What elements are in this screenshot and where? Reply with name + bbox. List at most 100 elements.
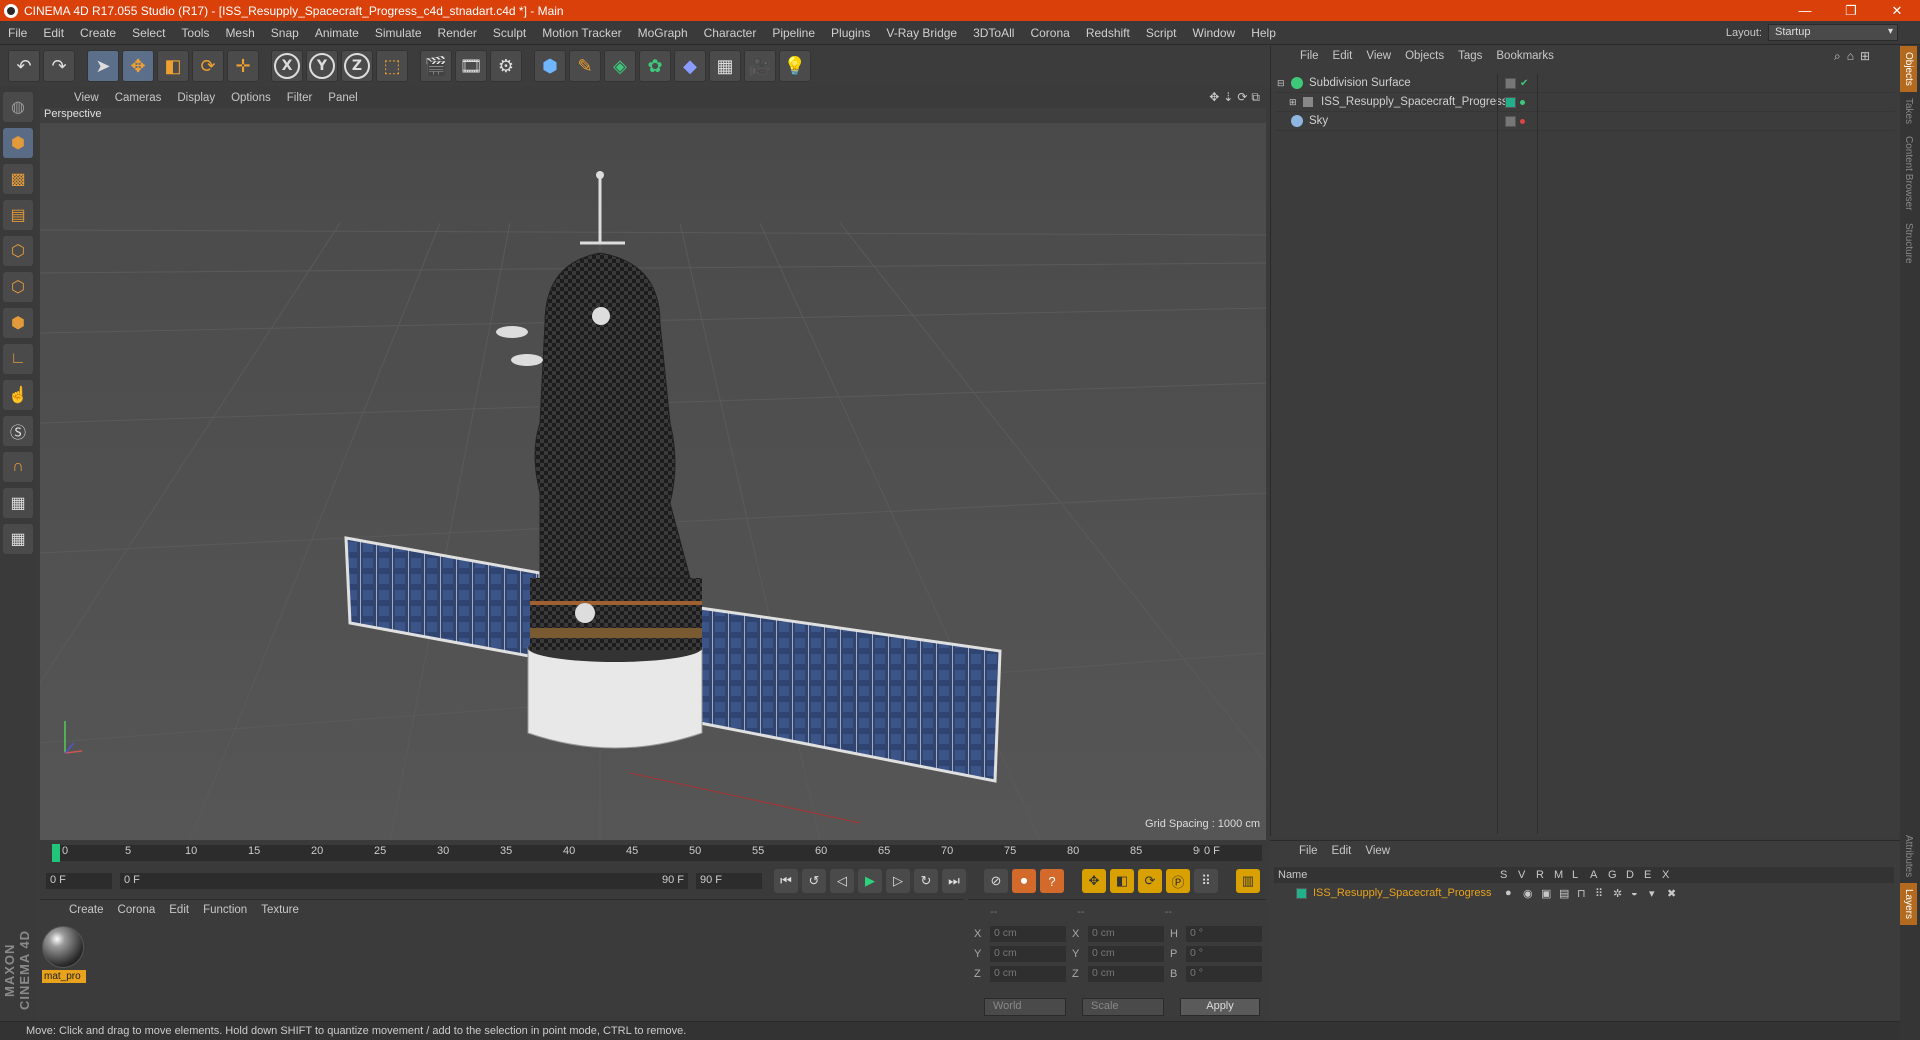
zoom-icon[interactable]: ⇣	[1223, 90, 1233, 105]
key-scale-icon[interactable]: ◧	[1110, 869, 1134, 893]
next-key-icon[interactable]: ↻	[914, 869, 938, 893]
layer-menu-edit[interactable]: Edit	[1325, 845, 1359, 857]
cloner-icon[interactable]: ✿	[639, 50, 671, 82]
mat-menu-create[interactable]: Create	[62, 904, 111, 916]
key-pla-icon[interactable]: ⠿	[1194, 869, 1218, 893]
obj-menu-file[interactable]: File	[1293, 50, 1326, 62]
tab-objects[interactable]: Objects	[1900, 46, 1917, 92]
object-row[interactable]: ⊟ Subdivision Surface ✔	[1275, 74, 1895, 93]
layout-dropdown[interactable]: Startup	[1768, 24, 1898, 41]
viewport-menu-view[interactable]: View	[66, 92, 107, 104]
menu-script[interactable]: Script	[1138, 26, 1185, 40]
timeline-ruler[interactable]: 0 5 10 15 20 25 30 35 40 45 50 55 60 65 …	[40, 841, 1266, 865]
subdivision-generator-icon[interactable]: ◈	[604, 50, 636, 82]
y-axis-lock-icon[interactable]: Y	[306, 50, 338, 82]
layer-swatch-icon[interactable]	[1505, 96, 1516, 108]
range-slider[interactable]: 0 F 90 F	[120, 873, 688, 889]
menu-render[interactable]: Render	[430, 26, 485, 40]
menu-motion-tracker[interactable]: Motion Tracker	[534, 26, 629, 40]
viewport-menu-display[interactable]: Display	[169, 92, 223, 104]
menu-corona[interactable]: Corona	[1022, 26, 1077, 40]
viewport-canvas[interactable]: Grid Spacing : 1000 cm	[40, 123, 1266, 840]
playhead[interactable]	[52, 844, 60, 862]
xref-icon[interactable]: ✖	[1667, 887, 1685, 900]
menu-simulate[interactable]: Simulate	[367, 26, 430, 40]
deformer-icon[interactable]: ◆	[674, 50, 706, 82]
layer-swatch-icon[interactable]	[1505, 77, 1516, 89]
lock-workplane-icon[interactable]: ▦	[3, 488, 33, 518]
rotation-p-field[interactable]: 0 °	[1186, 946, 1262, 962]
x-axis-lock-icon[interactable]: X	[271, 50, 303, 82]
start-frame-field[interactable]: 0 F	[46, 873, 112, 889]
tab-content-browser[interactable]: Content Browser	[1900, 130, 1917, 216]
search-icon[interactable]: ⌕	[1834, 49, 1841, 64]
menu-3dtoall[interactable]: 3DToAll	[965, 26, 1022, 40]
record-off-icon[interactable]: ⊘	[984, 869, 1008, 893]
viewport-menu-filter[interactable]: Filter	[279, 92, 321, 104]
key-parameter-icon[interactable]: Ⓟ	[1166, 869, 1190, 893]
magnet-icon[interactable]: ∩	[3, 452, 33, 482]
deformer-icon[interactable]: ◒	[1631, 887, 1649, 899]
visibility-dot-icon[interactable]	[1520, 118, 1525, 124]
tab-takes[interactable]: Takes	[1900, 92, 1917, 130]
obj-menu-tags[interactable]: Tags	[1451, 50, 1489, 62]
menu-pipeline[interactable]: Pipeline	[764, 26, 823, 40]
menu-vray-bridge[interactable]: V-Ray Bridge	[878, 26, 965, 40]
restore-icon[interactable]: ❐	[1828, 0, 1874, 21]
coordinate-system-icon[interactable]: ⬚	[376, 50, 408, 82]
menu-animate[interactable]: Animate	[307, 26, 367, 40]
menu-sculpt[interactable]: Sculpt	[485, 26, 534, 40]
undo-icon[interactable]: ↶	[8, 50, 40, 82]
size-x-field[interactable]: 0 cm	[1088, 926, 1164, 942]
workplane-mode-icon[interactable]: ▤	[3, 200, 33, 230]
previous-key-icon[interactable]: ↺	[802, 869, 826, 893]
tweak-mode-icon[interactable]: ☝	[3, 380, 33, 410]
menu-file[interactable]: File	[0, 26, 35, 40]
tab-attributes[interactable]: Attributes	[1900, 829, 1917, 883]
menu-mesh[interactable]: Mesh	[217, 26, 262, 40]
mat-menu-edit[interactable]: Edit	[162, 904, 196, 916]
scale-tool-icon[interactable]: ◧	[157, 50, 189, 82]
home-icon[interactable]: ⌂	[1847, 49, 1854, 64]
new-view-icon[interactable]: ⊞	[1860, 49, 1870, 64]
visibility-dot-icon[interactable]	[1520, 99, 1525, 105]
texture-mode-icon[interactable]: ▩	[3, 164, 33, 194]
cube-primitive-icon[interactable]: ⬢	[534, 50, 566, 82]
close-icon[interactable]: ✕	[1874, 0, 1920, 21]
size-y-field[interactable]: 0 cm	[1088, 946, 1164, 962]
manager-icon[interactable]: ▤	[1559, 887, 1577, 900]
rotate-tool-icon[interactable]: ⟳	[192, 50, 224, 82]
camera-icon[interactable]: 🎥	[744, 50, 776, 82]
edge-mode-icon[interactable]: ⬡	[3, 272, 33, 302]
make-editable-icon[interactable]: ◍	[3, 92, 33, 122]
lock-icon[interactable]: ⊓	[1577, 887, 1595, 900]
autokey-icon[interactable]: ?	[1040, 869, 1064, 893]
floor-scene-icon[interactable]: ▦	[709, 50, 741, 82]
light-icon[interactable]: 💡	[779, 50, 811, 82]
render-settings-icon[interactable]: ⚙	[490, 50, 522, 82]
menu-window[interactable]: Window	[1185, 26, 1244, 40]
timeline-icon[interactable]: ▥	[1236, 869, 1260, 893]
viewport-menu-cameras[interactable]: Cameras	[107, 92, 170, 104]
axis-mode-icon[interactable]: ∟	[3, 344, 33, 374]
menu-character[interactable]: Character	[696, 26, 765, 40]
render-icon[interactable]: ▣	[1541, 887, 1559, 900]
world-dropdown[interactable]: World	[984, 998, 1066, 1016]
menu-mograph[interactable]: MoGraph	[630, 26, 696, 40]
tab-structure[interactable]: Structure	[1900, 217, 1917, 270]
obj-menu-view[interactable]: View	[1359, 50, 1398, 62]
menu-help[interactable]: Help	[1243, 26, 1284, 40]
menu-plugins[interactable]: Plugins	[823, 26, 878, 40]
polygon-mode-icon[interactable]: ⬢	[3, 308, 33, 338]
obj-menu-objects[interactable]: Objects	[1398, 50, 1451, 62]
view-eye-icon[interactable]: ◉	[1523, 887, 1541, 900]
z-axis-lock-icon[interactable]: Z	[341, 50, 373, 82]
redo-icon[interactable]: ↷	[43, 50, 75, 82]
render-view-icon[interactable]: 🎬	[420, 50, 452, 82]
key-rotation-icon[interactable]: ⟳	[1138, 869, 1162, 893]
viewport-menu-options[interactable]: Options	[223, 92, 279, 104]
point-mode-icon[interactable]: ⬡	[3, 236, 33, 266]
render-picture-viewer-icon[interactable]: 🎞	[455, 50, 487, 82]
material-swatch[interactable]: mat_pro	[42, 926, 86, 983]
layer-menu-file[interactable]: File	[1292, 845, 1325, 857]
